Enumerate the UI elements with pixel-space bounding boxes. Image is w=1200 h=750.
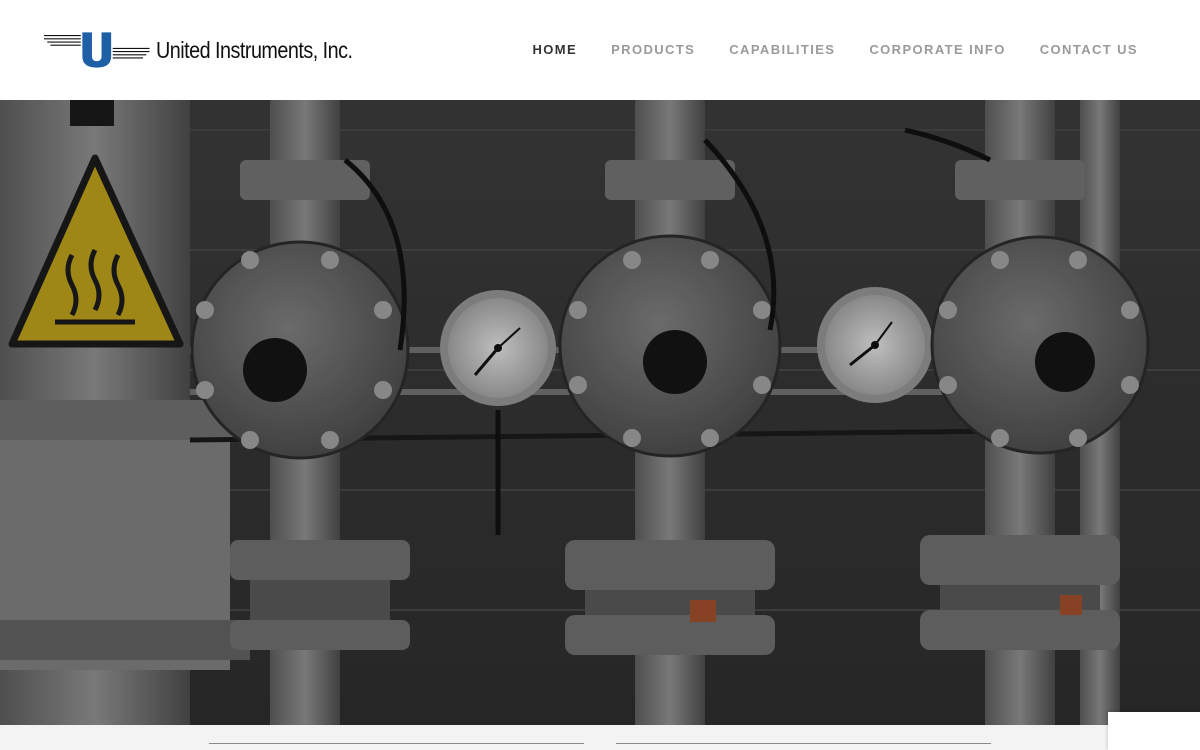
nav-contact-us[interactable]: CONTACT US [1040, 42, 1138, 57]
logo-mark-icon [44, 32, 150, 68]
site-header: United Instruments, Inc. HOME PRODUCTS C… [0, 0, 1200, 100]
nav-capabilities[interactable]: CAPABILITIES [729, 42, 835, 57]
divider-right [616, 743, 991, 744]
hero-image [0, 100, 1200, 725]
brand-name: United Instruments, Inc. [155, 36, 353, 63]
main-nav: HOME PRODUCTS CAPABILITIES CORPORATE INF… [532, 42, 1138, 57]
nav-products[interactable]: PRODUCTS [611, 42, 695, 57]
content-strip [0, 725, 1200, 750]
nav-corporate-info[interactable]: CORPORATE INFO [869, 42, 1005, 57]
hero-illustration [0, 100, 1200, 725]
floating-widget[interactable] [1108, 712, 1200, 750]
site-logo[interactable]: United Instruments, Inc. [44, 26, 384, 74]
divider-left [209, 743, 584, 744]
nav-home[interactable]: HOME [532, 42, 577, 57]
